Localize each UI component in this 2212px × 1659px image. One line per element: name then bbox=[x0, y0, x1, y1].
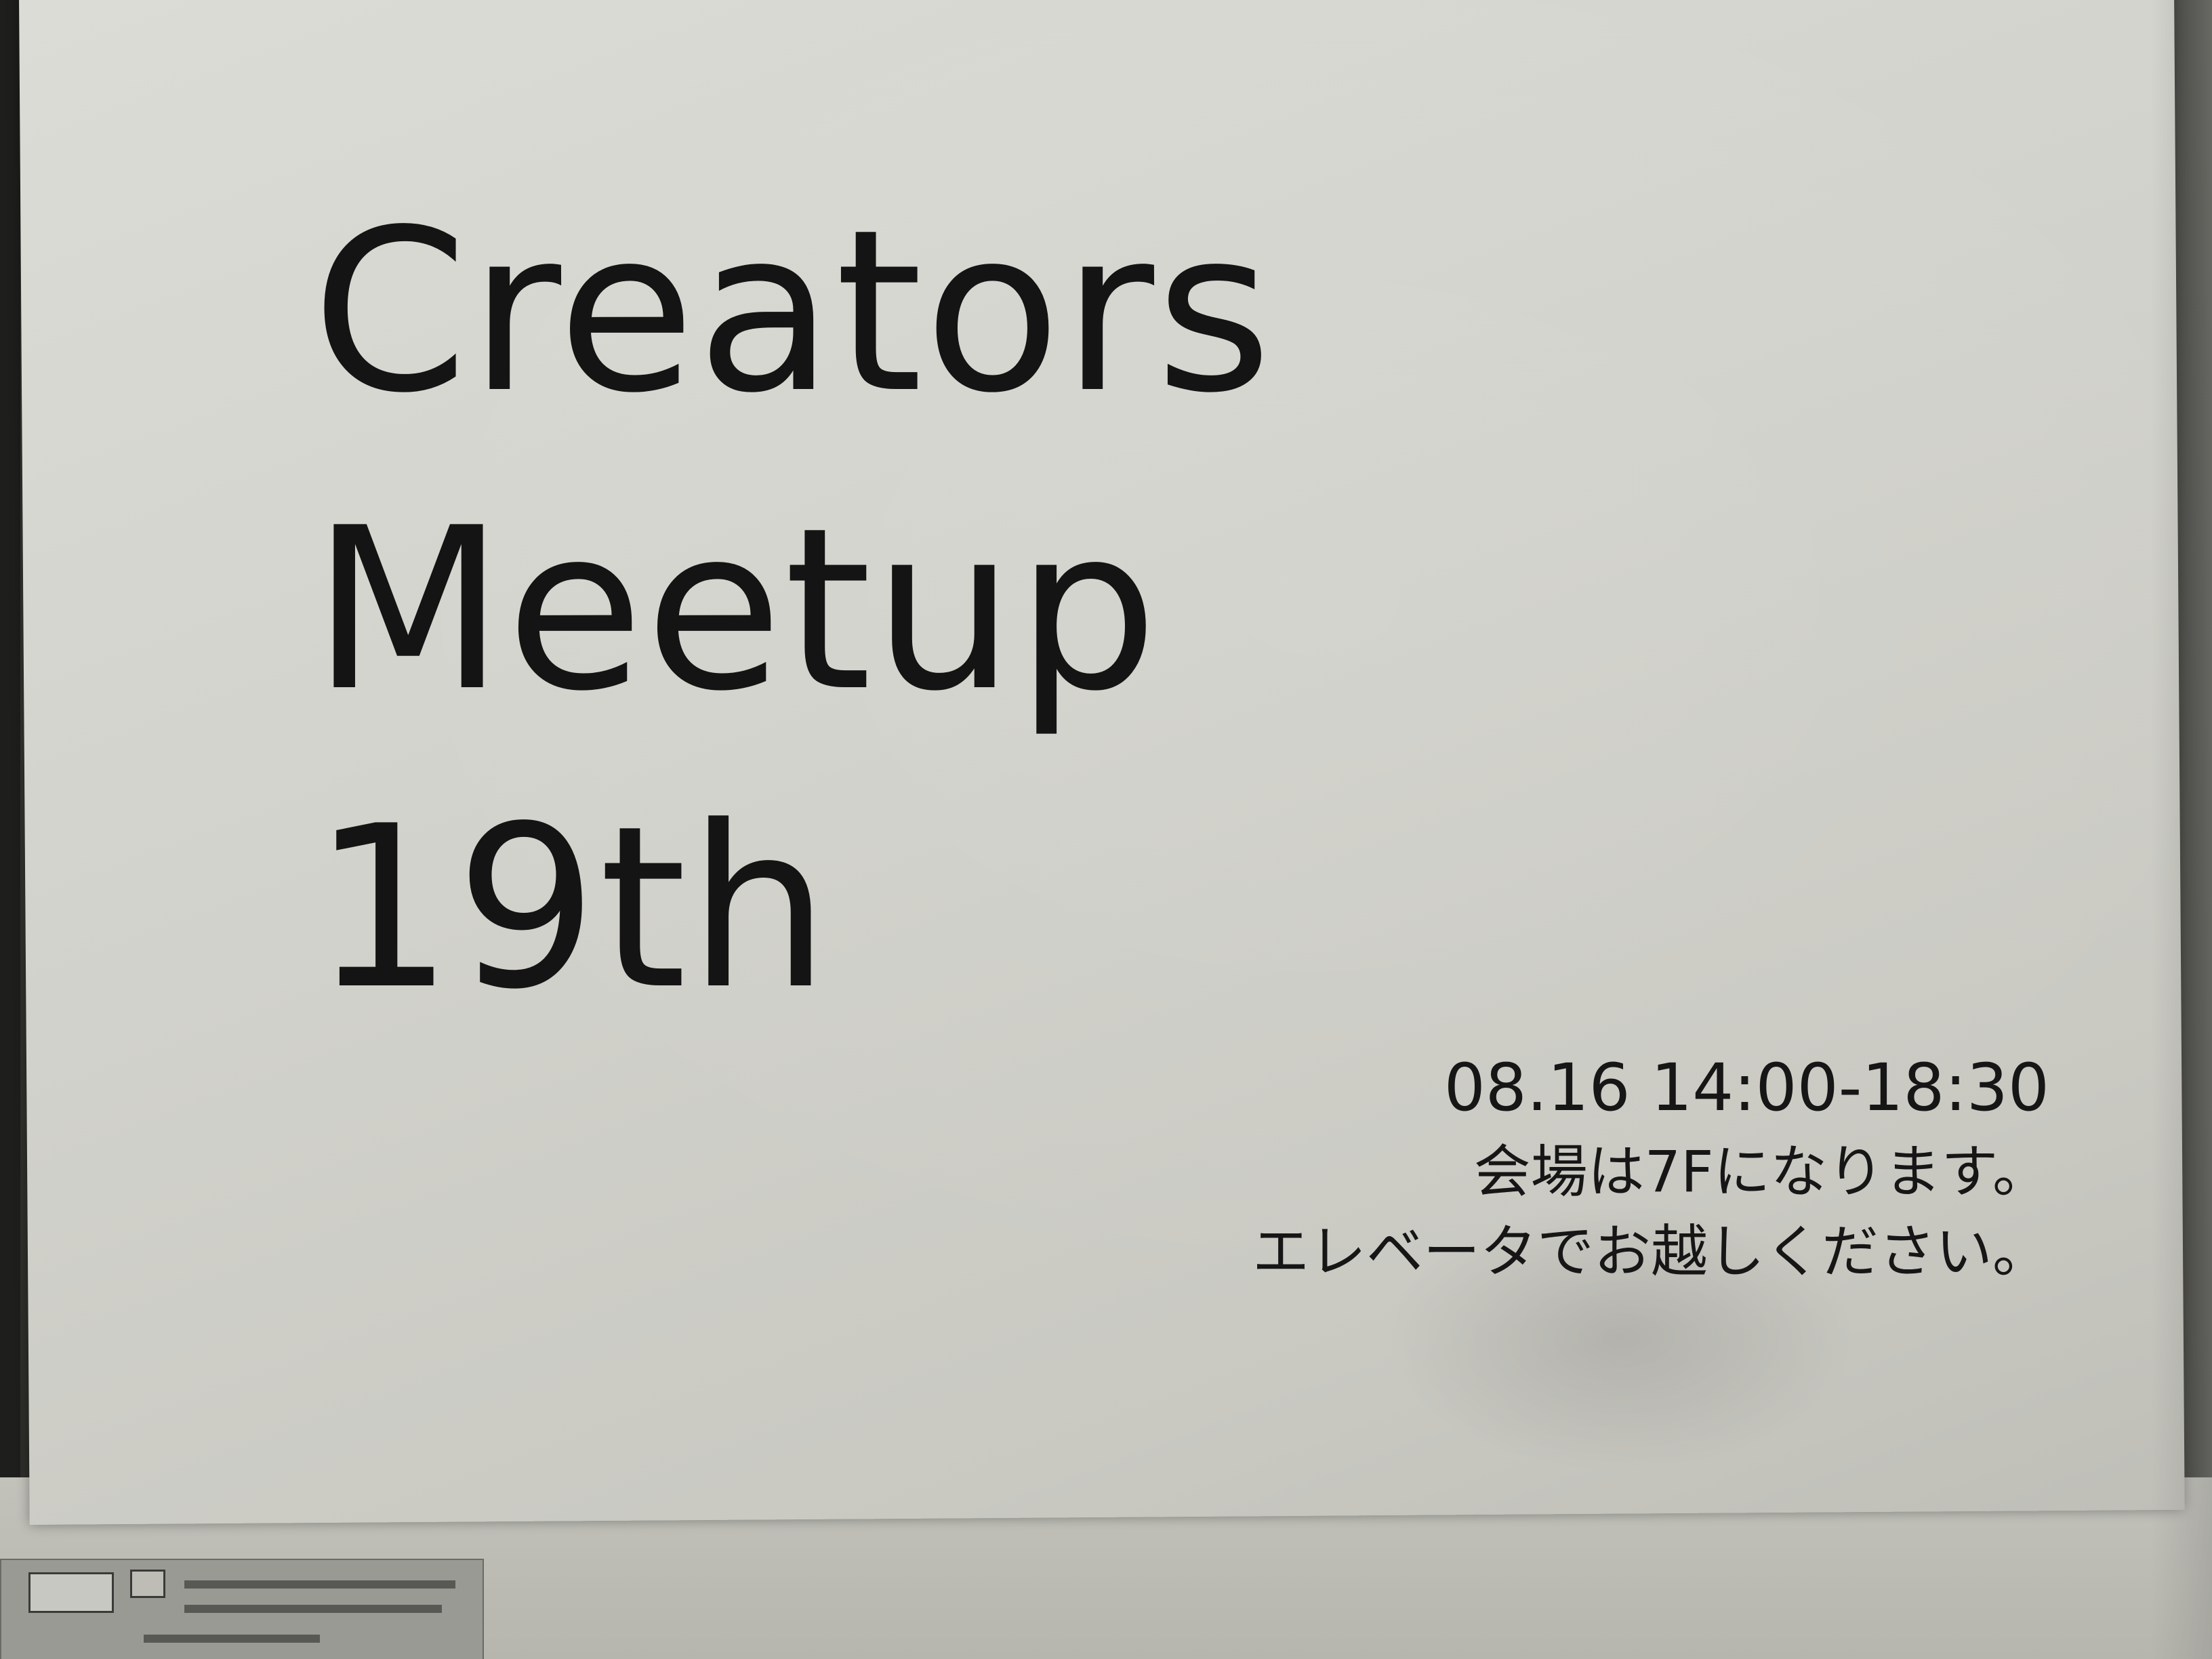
slip-text-line bbox=[184, 1580, 455, 1589]
elevator-note: エレベータでお越しください。 bbox=[1252, 1218, 2049, 1285]
dark-left-edge bbox=[0, 0, 20, 1659]
title-line-1: Creators bbox=[312, 182, 1273, 442]
right-paper-edge bbox=[2151, 0, 2212, 1659]
slip-checkbox-graphic bbox=[28, 1572, 114, 1613]
slip-small-box-graphic bbox=[130, 1570, 165, 1598]
title-line-3: 19th bbox=[312, 778, 832, 1038]
slip-text-line bbox=[184, 1605, 442, 1613]
event-datetime: 08.16 14:00-18:30 bbox=[1443, 1050, 2049, 1126]
photo-scene: Creators Meetup 19th 08.16 14:00-18:30 会… bbox=[0, 0, 2212, 1659]
small-printed-slip bbox=[0, 1559, 484, 1659]
slip-text-line bbox=[144, 1635, 320, 1643]
venue-floor-note: 会場は7Fになります。 bbox=[1473, 1139, 2049, 1205]
poster-title: Creators Meetup 19th bbox=[312, 163, 1273, 1057]
event-info: 08.16 14:00-18:30 会場は7Fになります。 エレベータでお越しく… bbox=[1252, 1044, 2049, 1292]
title-line-2: Meetup bbox=[312, 480, 1160, 740]
